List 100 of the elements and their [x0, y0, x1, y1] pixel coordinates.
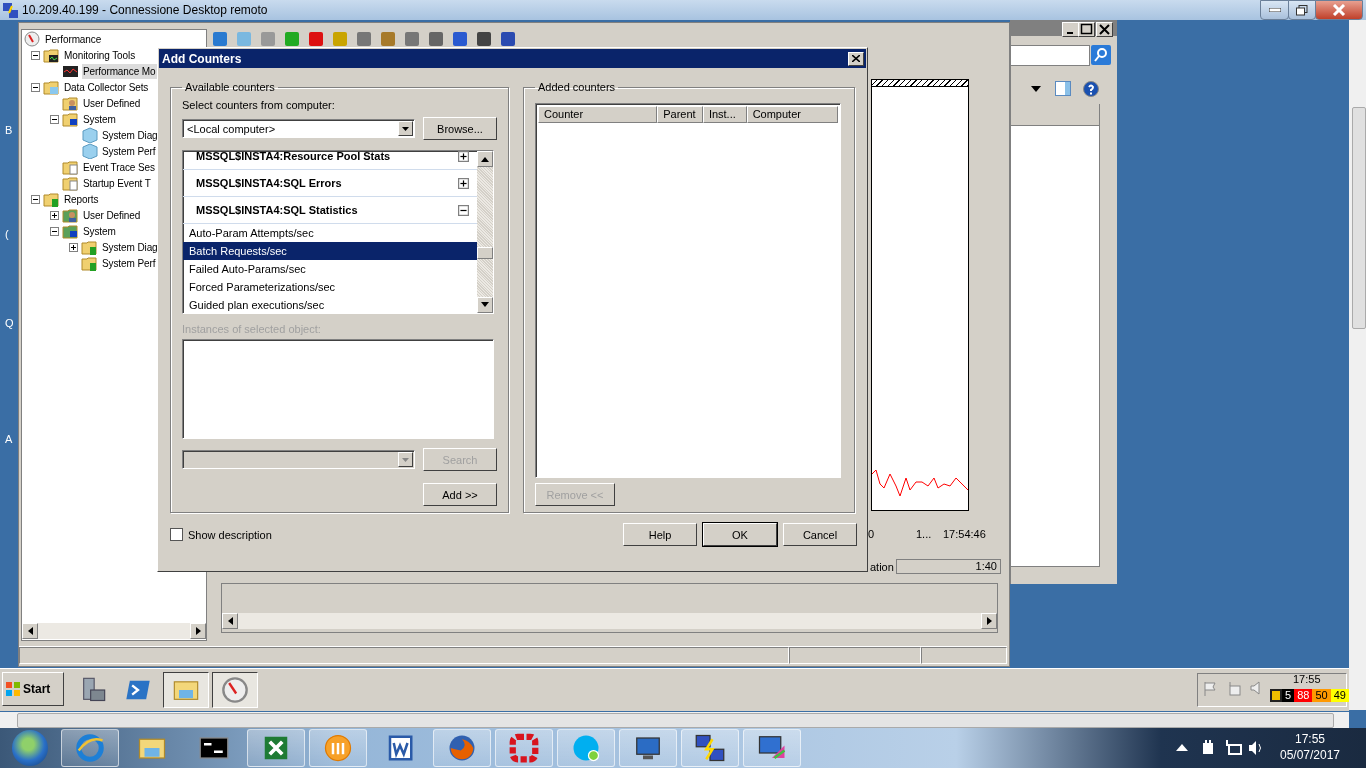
- expander-toggle[interactable]: [31, 50, 40, 60]
- toolbar-icon[interactable]: [307, 30, 325, 48]
- tree-item[interactable]: System Perf: [101, 143, 157, 159]
- search-icon[interactable]: [1091, 45, 1111, 65]
- scroll-arrow-button[interactable]: [981, 613, 997, 629]
- expander-toggle[interactable]: [458, 204, 469, 216]
- expander-toggle[interactable]: [69, 242, 78, 252]
- toolbar-icon[interactable]: [355, 30, 373, 48]
- horizontal-scrollbar[interactable]: [0, 712, 1349, 728]
- minimize-icon: [1268, 8, 1281, 12]
- caret-icon[interactable]: [1031, 86, 1041, 92]
- help-icon[interactable]: [1083, 81, 1099, 97]
- tree-item[interactable]: Monitoring Tools: [63, 47, 137, 63]
- taskbar-button[interactable]: [163, 672, 209, 708]
- checkbox-label: Show description: [188, 528, 272, 541]
- globe-icon: [75, 733, 105, 763]
- speaker-icon[interactable]: [1248, 740, 1264, 756]
- tree-node-icon: [62, 223, 79, 239]
- tree-node-icon: [62, 159, 79, 175]
- tree-item[interactable]: System Diag: [101, 239, 159, 255]
- expander-toggle[interactable]: [458, 151, 469, 162]
- column-header[interactable]: Computer: [746, 106, 838, 123]
- counter-badge: 88: [1294, 689, 1313, 702]
- expander-toggle[interactable]: [50, 114, 59, 124]
- caret-icon[interactable]: [1176, 744, 1188, 751]
- scroll-arrow-button[interactable]: [477, 296, 493, 313]
- tree-item[interactable]: System: [82, 111, 117, 127]
- tree-item[interactable]: User Defined: [82, 95, 142, 111]
- tree-item[interactable]: System: [82, 223, 117, 239]
- vertical-scrollbar[interactable]: [1349, 20, 1366, 710]
- tree-node-icon: [81, 255, 98, 271]
- tree-node-icon: [43, 47, 60, 63]
- tree-item[interactable]: Data Collector Sets: [63, 79, 150, 95]
- start-orb[interactable]: [12, 730, 48, 766]
- counter-item[interactable]: Guided plan executions/sec: [183, 296, 477, 313]
- instance-list[interactable]: [182, 338, 494, 439]
- counter-item[interactable]: Failed Auto-Params/sec: [183, 260, 477, 278]
- maximize-button[interactable]: [1078, 22, 1095, 37]
- counter-object[interactable]: MSSQL$INSTA4:SQL Errors: [196, 177, 342, 189]
- taskbar-button[interactable]: [212, 672, 258, 708]
- tree-item[interactable]: Startup Event T: [82, 175, 152, 191]
- expander-toggle[interactable]: [31, 82, 40, 92]
- scroll-arrow-button[interactable]: [477, 151, 493, 167]
- toolbar-icon[interactable]: [499, 30, 517, 48]
- counter-object[interactable]: MSSQL$INSTA4:Resource Pool Stats: [196, 151, 391, 162]
- scroll-thumb[interactable]: [477, 247, 493, 259]
- tree-item[interactable]: System Perf: [101, 255, 157, 271]
- computer-dropdown[interactable]: <Local computer>: [182, 119, 415, 138]
- toolbar-icon[interactable]: [403, 30, 421, 48]
- horizontal-scrollbar[interactable]: [22, 623, 206, 639]
- pane-icon[interactable]: [1055, 81, 1071, 96]
- scroll-arrow-button[interactable]: [190, 623, 206, 639]
- toolbar-icon[interactable]: [475, 30, 493, 48]
- counter-item[interactable]: Forced Parameterizations/sec: [183, 278, 477, 296]
- tree-item[interactable]: User Defined: [82, 207, 142, 223]
- column-header[interactable]: Counter: [538, 106, 658, 123]
- dropdown-arrow-icon: [402, 126, 409, 131]
- clock-time[interactable]: 17:55: [1270, 731, 1350, 747]
- horizontal-scrollbar[interactable]: [222, 613, 997, 629]
- expander-toggle[interactable]: [50, 210, 59, 220]
- restore-button[interactable]: [1288, 0, 1316, 20]
- window-title: 10.209.40.199 - Connessione Desktop remoto: [22, 3, 268, 17]
- network-icon[interactable]: [1224, 740, 1242, 756]
- dialog-button[interactable]: Cancel: [783, 523, 857, 546]
- expander-toggle[interactable]: [50, 226, 59, 236]
- tree-item[interactable]: Performance Mo: [82, 63, 157, 79]
- column-header[interactable]: Parent: [657, 106, 703, 123]
- counters-table[interactable]: Counter Parent Inst... Computer: [535, 103, 841, 478]
- tree-item[interactable]: Reports: [63, 191, 100, 207]
- checkbox[interactable]: [170, 528, 183, 541]
- clock-time[interactable]: 17:55: [1293, 673, 1321, 685]
- expander-toggle[interactable]: [458, 177, 469, 189]
- dialog-button[interactable]: Help: [623, 523, 697, 546]
- scroll-arrow-button[interactable]: [22, 623, 38, 639]
- scroll-arrow-button[interactable]: [222, 613, 238, 629]
- start-button[interactable]: Start: [2, 672, 64, 706]
- axis-label: 0: [868, 528, 875, 540]
- toolbar-icon[interactable]: [211, 30, 229, 48]
- tree-item[interactable]: System Diag: [101, 127, 159, 143]
- counter-item[interactable]: Auto-Param Attempts/sec: [183, 224, 477, 242]
- search-field[interactable]: [1010, 45, 1090, 66]
- vertical-scrollbar[interactable]: [477, 151, 493, 313]
- add-button[interactable]: Add >>: [423, 483, 497, 506]
- toolbar-icon[interactable]: [451, 30, 469, 48]
- expander-toggle[interactable]: [31, 194, 40, 204]
- app-badge-icon[interactable]: [1270, 689, 1282, 702]
- instance-search-dropdown[interactable]: [182, 450, 415, 469]
- counter-item[interactable]: Batch Requests/sec: [183, 242, 477, 260]
- browse-button[interactable]: Browse...: [423, 117, 497, 140]
- close-icon: [852, 55, 860, 62]
- clock-date[interactable]: 05/07/2017: [1270, 747, 1350, 763]
- tree-item[interactable]: Event Trace Ses: [82, 159, 156, 175]
- ring-icon: [509, 733, 539, 763]
- counter-object[interactable]: MSSQL$INSTA4:SQL Statistics: [196, 204, 358, 216]
- counter-list[interactable]: [182, 150, 494, 314]
- tree-item[interactable]: Performance: [44, 31, 103, 47]
- dialog-button[interactable]: OK: [703, 523, 777, 546]
- toolbar-icon[interactable]: [427, 30, 445, 48]
- plug-icon[interactable]: [1200, 740, 1216, 756]
- column-header[interactable]: Inst...: [702, 106, 747, 123]
